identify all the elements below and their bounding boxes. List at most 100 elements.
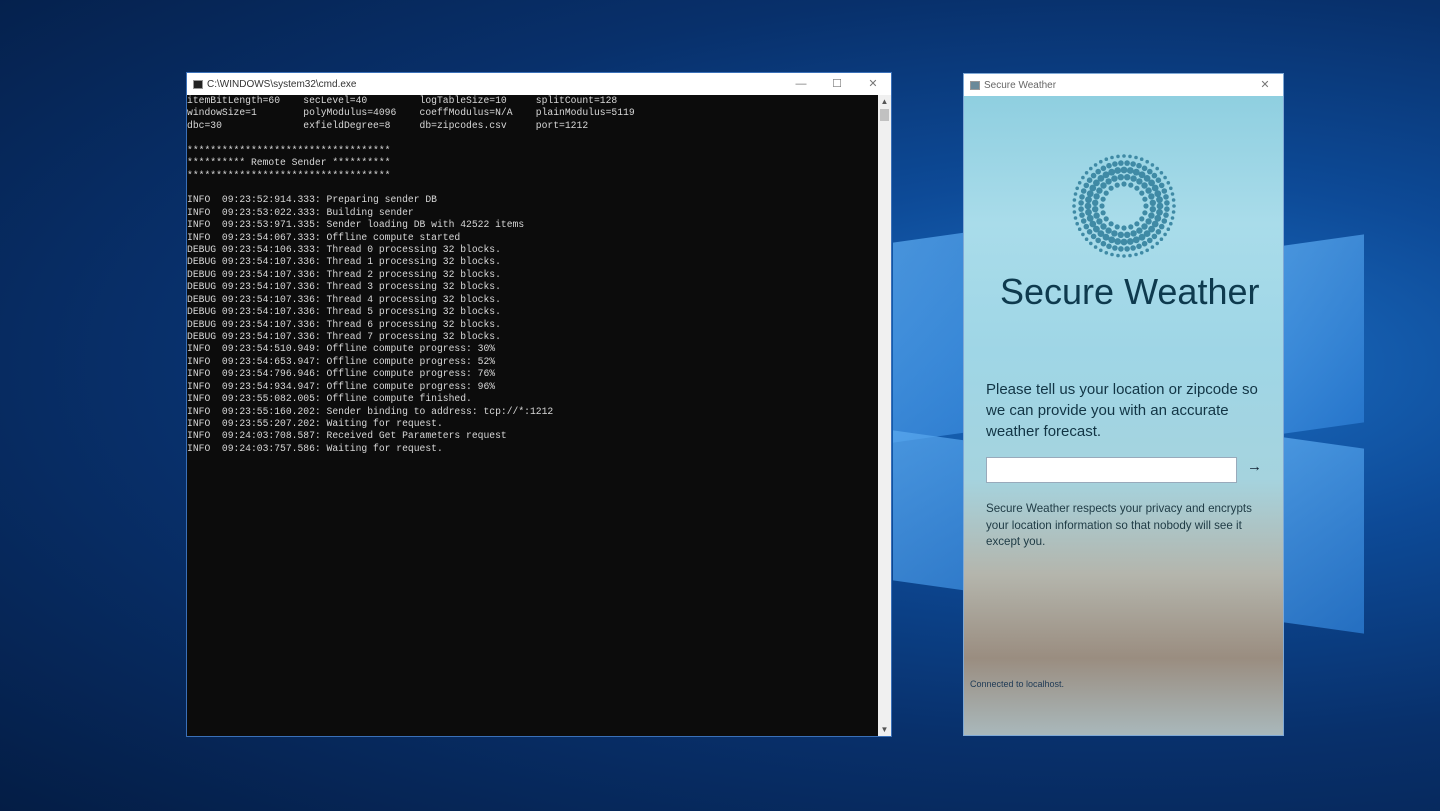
- logo-dot: [1154, 190, 1162, 198]
- scroll-thumb[interactable]: [880, 109, 889, 121]
- scroll-up-icon[interactable]: ▲: [878, 95, 891, 108]
- logo-dot: [1072, 198, 1077, 202]
- location-input[interactable]: [986, 457, 1237, 483]
- logo-dot: [1100, 210, 1106, 216]
- console-line: INFO 09:24:03:757.586: Waiting for reque…: [187, 442, 443, 454]
- logo-dot: [1143, 203, 1149, 209]
- secure-weather-window: Secure Weather ✕ Secure Weather Please t…: [963, 73, 1284, 736]
- console-line: INFO 09:23:53:971.335: Sender loading DB…: [187, 219, 525, 231]
- console-line: DEBUG 09:23:54:107.336: Thread 4 process…: [187, 293, 501, 305]
- logo-dot: [1136, 227, 1143, 234]
- logo-dot: [1075, 221, 1079, 226]
- privacy-notice: Secure Weather respects your privacy and…: [986, 502, 1252, 548]
- logo-dot: [1095, 237, 1101, 244]
- logo-dot: [1134, 252, 1138, 257]
- console-line: INFO 09:23:52:914.333: Preparing sender …: [187, 194, 437, 206]
- logo-dot: [1128, 182, 1134, 188]
- logo-dot: [1155, 241, 1159, 246]
- scroll-down-icon[interactable]: ▼: [878, 723, 891, 736]
- logo-dot: [1164, 206, 1170, 212]
- console-output[interactable]: itemBitLength=60 secLevel=40 logTableSiz…: [187, 95, 878, 736]
- logo-dot: [1169, 221, 1173, 226]
- logo-dot: [1089, 241, 1093, 246]
- logo-dot: [1116, 154, 1120, 159]
- close-button[interactable]: ✕: [855, 73, 891, 95]
- logo-dot: [1072, 204, 1076, 208]
- logo-dot: [1139, 157, 1144, 161]
- maximize-button[interactable]: ☐: [819, 73, 855, 95]
- logo-dot: [1106, 162, 1112, 169]
- logo-dot: [1121, 225, 1127, 231]
- logo-dot: [1155, 177, 1162, 183]
- logo-dot: [1089, 166, 1093, 171]
- logo-dot: [1073, 192, 1078, 196]
- logo-dot: [1136, 243, 1142, 250]
- logo-dot: [1100, 182, 1107, 189]
- logo-dot: [1128, 154, 1132, 159]
- logo-dot: [1112, 245, 1118, 251]
- submit-arrow-button[interactable]: →: [1247, 458, 1262, 475]
- logo-dot: [1145, 218, 1152, 225]
- console-line: itemBitLength=60 secLevel=40 logTableSiz…: [187, 95, 618, 106]
- logo-dot: [1171, 210, 1176, 214]
- logo-dot: [1136, 178, 1143, 185]
- console-line: INFO 09:24:03:708.587: Received Get Para…: [187, 430, 507, 442]
- logo-dot: [1086, 229, 1093, 235]
- logo-dot: [1086, 177, 1093, 183]
- logo-dot: [1130, 245, 1136, 251]
- logo-dot: [1099, 203, 1105, 209]
- logo-dot: [1083, 223, 1090, 230]
- logo-dot: [1142, 196, 1148, 202]
- logo-dot: [1166, 227, 1171, 231]
- logo-dot: [1090, 233, 1097, 240]
- connection-status: Connected to localhost.: [970, 679, 1065, 689]
- logo-dot: [1114, 167, 1122, 174]
- logo-dot: [1117, 174, 1124, 181]
- logo-dot: [1092, 206, 1099, 213]
- logo-dot: [1163, 232, 1167, 237]
- logo-dot: [1128, 224, 1134, 230]
- console-line: DEBUG 09:23:54:107.336: Thread 6 process…: [187, 318, 501, 330]
- logo-dot: [1111, 230, 1118, 237]
- logo-dot: [1142, 210, 1148, 216]
- logo-dot: [1148, 193, 1155, 200]
- logo-dot: [1095, 168, 1101, 175]
- logo-dot: [1134, 185, 1140, 191]
- weather-titlebar[interactable]: Secure Weather ✕: [964, 74, 1283, 96]
- logo-dot: [1147, 168, 1153, 175]
- close-button[interactable]: ✕: [1247, 74, 1283, 96]
- logo-dot: [1149, 206, 1156, 213]
- logo-dot: [1096, 187, 1103, 194]
- logo-dot: [1100, 240, 1107, 247]
- logo-dot: [1111, 175, 1118, 182]
- minimize-button[interactable]: —: [783, 73, 819, 95]
- logo-dot: [1081, 232, 1085, 237]
- logo-dot: [1145, 248, 1149, 253]
- weather-content: Secure Weather Please tell us your locat…: [964, 96, 1283, 735]
- logo-dot: [1093, 193, 1100, 200]
- logo-dot: [1141, 223, 1148, 230]
- vertical-scrollbar[interactable]: ▲ ▼: [878, 95, 891, 736]
- logo-dot: [1149, 199, 1156, 206]
- location-prompt: Please tell us your location or zipcode …: [986, 381, 1258, 440]
- logo-dot: [1093, 245, 1098, 249]
- logo-dot: [1118, 246, 1124, 252]
- logo-dot: [1114, 224, 1120, 230]
- weather-window-title: Secure Weather: [984, 79, 1057, 91]
- logo-dot: [1083, 182, 1090, 189]
- logo-dot: [1108, 221, 1114, 227]
- logo-dot: [1163, 175, 1167, 180]
- console-line: DEBUG 09:23:54:107.336: Thread 2 process…: [187, 268, 501, 280]
- logo-dot: [1159, 171, 1164, 175]
- logo-dot: [1124, 174, 1131, 181]
- logo-dot: [1139, 216, 1145, 222]
- logo-dot: [1121, 181, 1127, 187]
- console-line: INFO 09:23:53:022.333: Building sender: [187, 206, 414, 218]
- cmd-titlebar[interactable]: C:\WINDOWS\system32\cmd.exe — ☐ ✕: [187, 73, 891, 95]
- logo-dot: [1100, 196, 1106, 202]
- logo-dot: [1096, 218, 1103, 225]
- logo-dot: [1141, 165, 1148, 172]
- logo-dot: [1080, 218, 1087, 224]
- logo-dot: [1130, 161, 1136, 167]
